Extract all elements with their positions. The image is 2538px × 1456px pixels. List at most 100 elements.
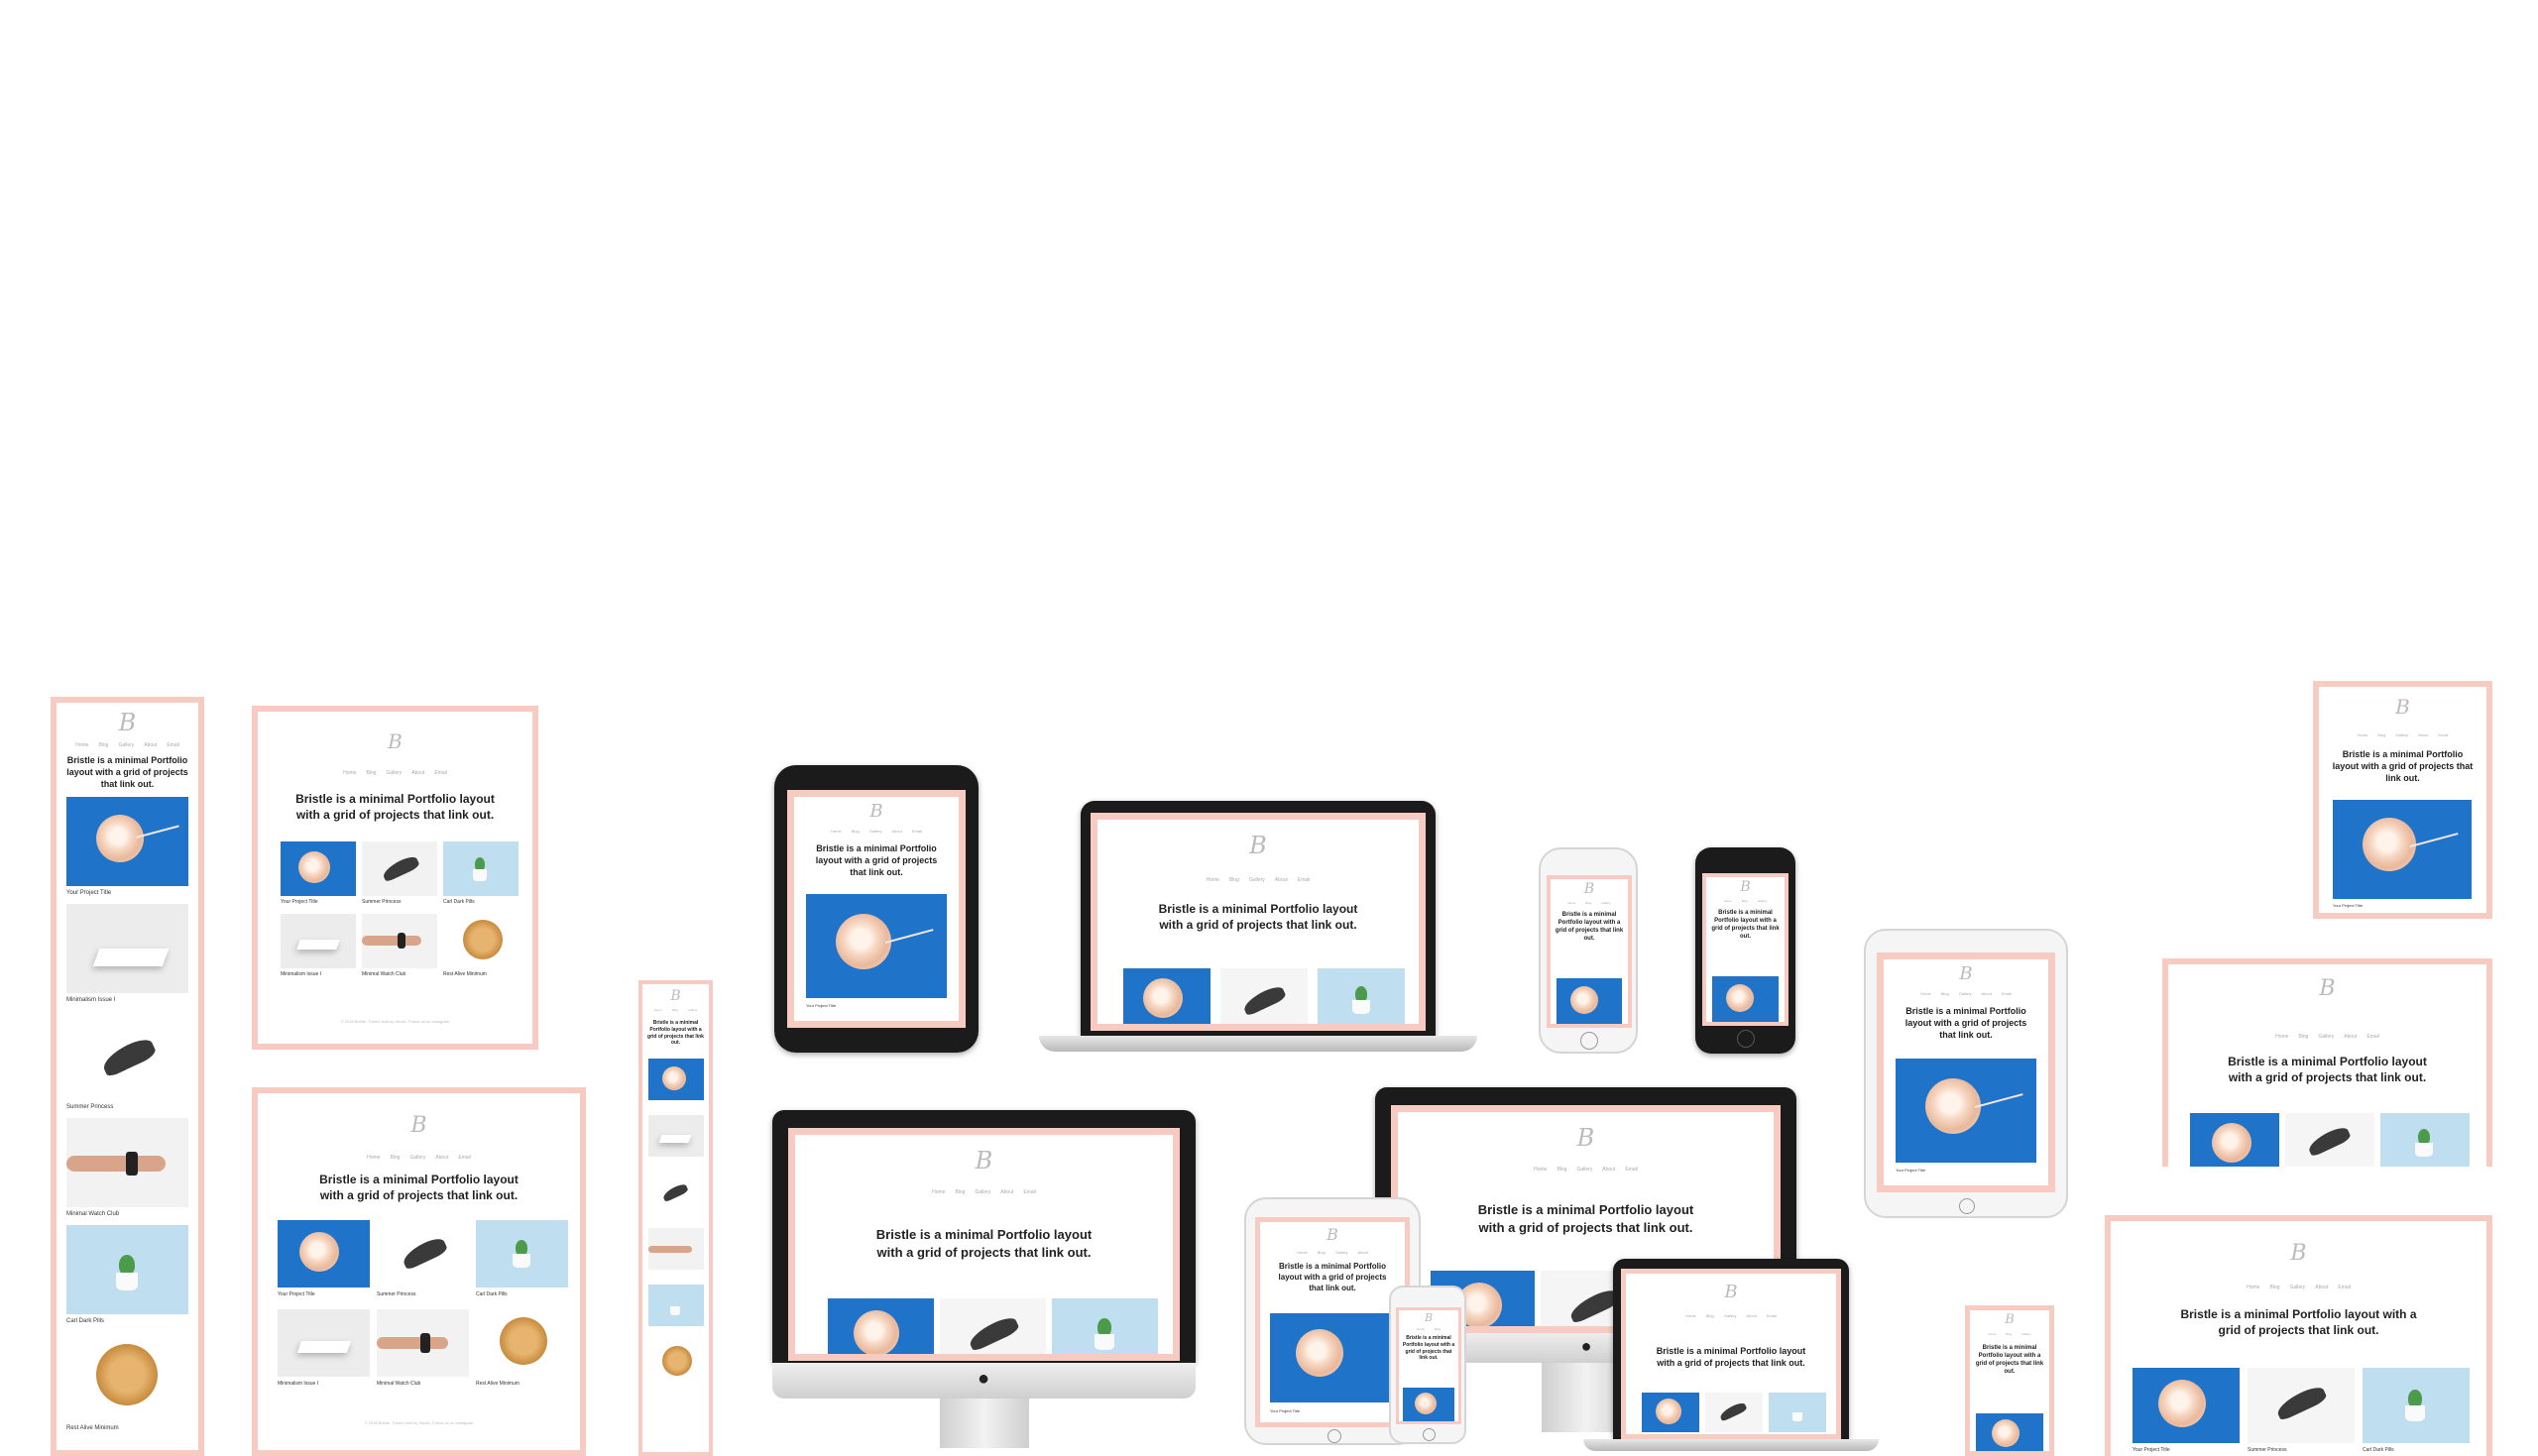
nav-item-email[interactable]: Email <box>167 742 179 748</box>
nav-item-blog[interactable]: Blog <box>1435 1327 1441 1331</box>
home-button[interactable] <box>1959 1198 1975 1214</box>
nav-item-gallery[interactable]: Gallery <box>386 770 402 776</box>
project-thumb[interactable] <box>278 1309 370 1377</box>
project-title[interactable]: Minimal Watch Club <box>362 971 405 977</box>
nav-item-blog[interactable]: Blog <box>2377 732 2385 737</box>
nav-item-about[interactable]: About <box>1275 877 1288 883</box>
project-title[interactable]: Summer Princess <box>2248 1447 2286 1453</box>
nav-item-about[interactable]: About <box>891 829 901 834</box>
project-title[interactable]: Rest Alive Minimum <box>476 1381 519 1387</box>
project-thumb[interactable] <box>2285 1113 2374 1167</box>
nav-item-email[interactable]: Email <box>1023 1189 1036 1195</box>
nav-item-email[interactable]: Email <box>2366 1034 2379 1040</box>
nav-item-home[interactable]: Home <box>367 1155 380 1161</box>
nav-item-about[interactable]: About <box>2344 1034 2357 1040</box>
nav-item-gallery[interactable]: Gallery <box>1758 899 1768 903</box>
nav-item-home[interactable]: Home <box>1685 1313 1696 1318</box>
nav-item-email[interactable]: Email <box>458 1155 471 1161</box>
nav-item-blog[interactable]: Blog <box>2298 1034 2308 1040</box>
home-button[interactable] <box>1580 1032 1598 1050</box>
project-thumb[interactable] <box>377 1220 469 1288</box>
nav-item-home[interactable]: Home <box>1724 899 1732 903</box>
nav-item-gallery[interactable]: Gallery <box>1335 1250 1348 1255</box>
project-thumb[interactable] <box>1123 968 1211 1024</box>
project-thumb[interactable] <box>1976 1413 2043 1451</box>
nav-item-gallery[interactable]: Gallery <box>2318 1034 2334 1040</box>
project-title[interactable]: Carl Dark Pills <box>476 1291 508 1297</box>
project-thumb[interactable] <box>2363 1368 2470 1443</box>
project-title[interactable]: Rest Alive Minimum <box>443 971 487 977</box>
nav-item-about[interactable]: About <box>1981 991 1991 996</box>
project-thumb[interactable] <box>66 1225 188 1314</box>
project-thumb[interactable] <box>1403 1388 1454 1421</box>
project-title[interactable]: Your Project Title <box>806 1003 836 1008</box>
project-thumb[interactable] <box>2380 1113 2470 1167</box>
nav-item-blog[interactable]: Blog <box>955 1189 965 1195</box>
home-button[interactable] <box>1327 1429 1341 1443</box>
project-thumb[interactable] <box>1769 1393 1826 1432</box>
nav-item-home[interactable]: Home <box>932 1189 945 1195</box>
project-thumb[interactable] <box>66 1332 188 1421</box>
nav-item-gallery[interactable]: Gallery <box>2021 1332 2031 1336</box>
nav-item-home[interactable]: Home <box>1207 877 1219 883</box>
nav-item-blog[interactable]: Blog <box>1318 1250 1326 1255</box>
nav-item-email[interactable]: Email <box>912 829 922 834</box>
nav-item-home[interactable]: Home <box>2247 1285 2259 1290</box>
project-thumb[interactable] <box>476 1220 568 1288</box>
project-thumb[interactable] <box>648 1059 704 1100</box>
nav-item-blog[interactable]: Blog <box>390 1155 400 1161</box>
nav-item-gallery[interactable]: Gallery <box>1249 877 1265 883</box>
project-thumb[interactable] <box>362 914 437 968</box>
project-thumb[interactable] <box>1642 1393 1699 1432</box>
nav-item-home[interactable]: Home <box>75 742 88 748</box>
project-thumb[interactable] <box>66 1011 188 1100</box>
project-thumb[interactable] <box>1270 1313 1393 1402</box>
nav-item-home[interactable]: Home <box>1567 901 1575 905</box>
nav-item-email[interactable]: Email <box>434 770 447 776</box>
nav-item-home[interactable]: Home <box>343 770 356 776</box>
nav-item-home[interactable]: Home <box>2358 732 2368 737</box>
project-thumb[interactable] <box>2248 1368 2355 1443</box>
nav-item-email[interactable]: Email <box>2002 991 2012 996</box>
project-thumb[interactable] <box>648 1172 704 1213</box>
project-title[interactable]: Summer Princess <box>66 1104 113 1110</box>
nav-item-gallery[interactable]: Gallery <box>409 1155 425 1161</box>
nav-item-home[interactable]: Home <box>1534 1167 1547 1173</box>
nav-item-email[interactable]: Email <box>2338 1285 2351 1290</box>
nav-item-blog[interactable]: Blog <box>1706 1313 1714 1318</box>
nav-item-gallery[interactable]: Gallery <box>688 1008 698 1012</box>
nav-item-home[interactable]: Home <box>1920 991 1931 996</box>
nav-item-blog[interactable]: Blog <box>1229 877 1239 883</box>
nav-item-gallery[interactable]: Gallery <box>1576 1167 1592 1173</box>
nav-item-home[interactable]: Home <box>654 1008 662 1012</box>
nav-item-home[interactable]: Home <box>2275 1034 2288 1040</box>
project-thumb[interactable] <box>828 1298 934 1354</box>
nav-item-blog[interactable]: Blog <box>672 1008 678 1012</box>
project-title[interactable]: Carl Dark Pills <box>66 1318 104 1324</box>
project-thumb[interactable] <box>377 1309 469 1377</box>
project-thumb[interactable] <box>2333 800 2472 899</box>
nav-item-gallery[interactable]: Gallery <box>2395 732 2408 737</box>
project-title[interactable]: Carl Dark Pills <box>443 899 475 905</box>
nav-item-blog[interactable]: Blog <box>1941 991 1949 996</box>
project-title[interactable]: Your Project Title <box>1270 1408 1300 1413</box>
project-thumb[interactable] <box>648 1228 704 1270</box>
project-thumb[interactable] <box>1052 1298 1158 1354</box>
nav-item-gallery[interactable]: Gallery <box>1724 1313 1737 1318</box>
nav-item-about[interactable]: About <box>411 770 424 776</box>
project-thumb[interactable] <box>476 1309 568 1377</box>
nav-item-blog[interactable]: Blog <box>1585 901 1591 905</box>
nav-item-home[interactable]: Home <box>831 829 842 834</box>
project-title[interactable]: Summer Princess <box>377 1291 415 1297</box>
project-thumb[interactable] <box>443 841 519 896</box>
project-title[interactable]: Minimalism Issue I <box>278 1381 318 1387</box>
project-title[interactable]: Minimal Watch Club <box>377 1381 420 1387</box>
project-thumb[interactable] <box>1705 1393 1763 1432</box>
nav-item-email[interactable]: Email <box>1625 1167 1638 1173</box>
nav-item-gallery[interactable]: Gallery <box>1601 901 1611 905</box>
project-title[interactable]: Your Project Title <box>278 1291 315 1297</box>
project-thumb[interactable] <box>362 841 437 896</box>
nav-item-about[interactable]: About <box>1000 1189 1013 1195</box>
nav-item-blog[interactable]: Blog <box>2269 1285 2279 1290</box>
nav-item-email[interactable]: Email <box>1298 877 1311 883</box>
